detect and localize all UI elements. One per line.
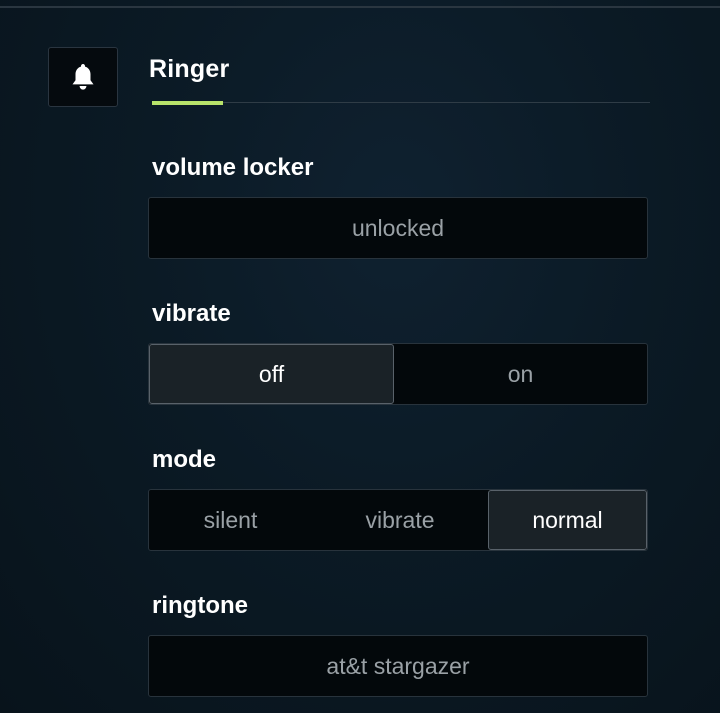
vibrate-toggle[interactable]: off on xyxy=(148,343,648,405)
ringer-icon-button[interactable] xyxy=(48,47,118,107)
volume-locker-field[interactable]: unlocked xyxy=(148,197,648,259)
vibrate-label: vibrate xyxy=(152,300,231,327)
title-accent-bar xyxy=(152,101,223,105)
bell-icon xyxy=(72,64,94,90)
vibrate-option-off[interactable]: off xyxy=(149,344,394,404)
volume-locker-label: volume locker xyxy=(152,154,314,181)
mode-option-normal[interactable]: normal xyxy=(488,490,647,550)
mode-selector[interactable]: silent vibrate normal xyxy=(148,489,648,551)
mode-option-silent[interactable]: silent xyxy=(149,490,312,550)
mode-option-vibrate[interactable]: vibrate xyxy=(312,490,488,550)
vibrate-option-on[interactable]: on xyxy=(394,344,647,404)
ringtone-label: ringtone xyxy=(152,592,248,619)
top-divider xyxy=(0,6,720,8)
section-title: Ringer xyxy=(149,55,230,83)
mode-label: mode xyxy=(152,446,217,473)
ringtone-field[interactable]: at&t stargazer xyxy=(148,635,648,697)
title-underline xyxy=(152,102,650,103)
